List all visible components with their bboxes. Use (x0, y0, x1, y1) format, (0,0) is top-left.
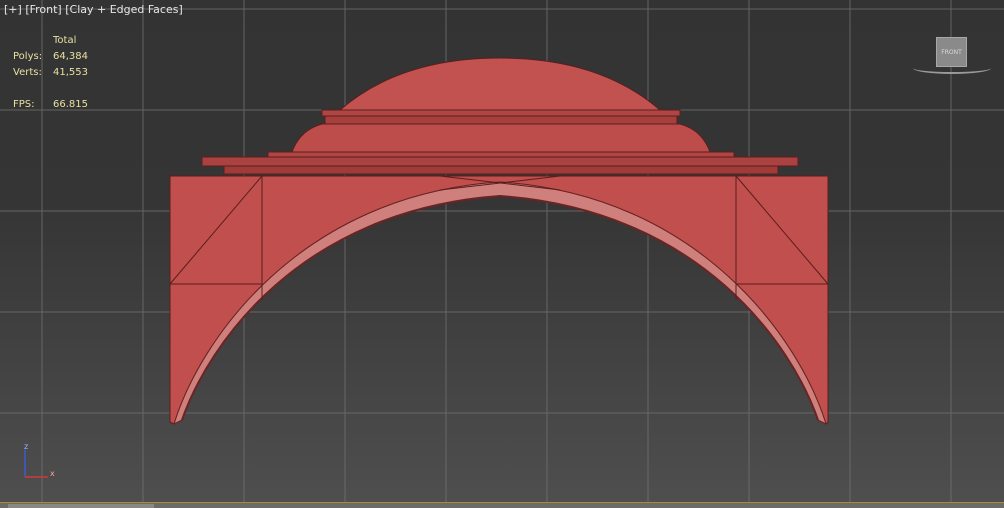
stats-verts-label: Verts: (13, 67, 42, 78)
viewcube-compass-ring[interactable] (913, 66, 991, 74)
viewport-point-of-view[interactable]: [Front] (25, 3, 61, 16)
stats-fps-label: FPS: (13, 99, 35, 110)
stats-polys-label: Polys: (13, 51, 43, 62)
stats-polys-row: Polys: 64,384 (13, 49, 88, 65)
statistics-overlay: Total Polys: 64,384 Verts: 41,553 FPS: 6… (13, 33, 88, 113)
time-slider-segment[interactable] (8, 504, 154, 508)
viewport-bottom-border (0, 502, 1004, 508)
stats-verts-value: 41,553 (53, 67, 88, 78)
viewport-shading-mode[interactable]: [Clay + Edged Faces] (65, 3, 183, 16)
stats-verts-row: Verts: 41,553 (13, 65, 88, 81)
viewport-menu-plus[interactable]: [+] (4, 3, 22, 16)
front-viewport[interactable]: [+] [Front] [Clay + Edged Faces] Total P… (0, 0, 1004, 508)
viewport-label[interactable]: [+] [Front] [Clay + Edged Faces] (4, 3, 183, 16)
stats-fps-row: FPS: 66.815 (13, 97, 88, 113)
viewport-grid (0, 0, 1004, 502)
viewcube[interactable]: FRONT (913, 37, 991, 77)
axis-z-label: z (24, 442, 28, 451)
stats-fps-value: 66.815 (53, 99, 88, 110)
axis-x-label: x (50, 469, 55, 478)
model-arch-dome (169, 57, 829, 425)
axis-tripod-icon: z x (24, 442, 55, 478)
stats-polys-value: 64,384 (53, 51, 88, 62)
viewcube-front-face[interactable]: FRONT (936, 37, 967, 67)
stats-header: Total (53, 35, 77, 46)
